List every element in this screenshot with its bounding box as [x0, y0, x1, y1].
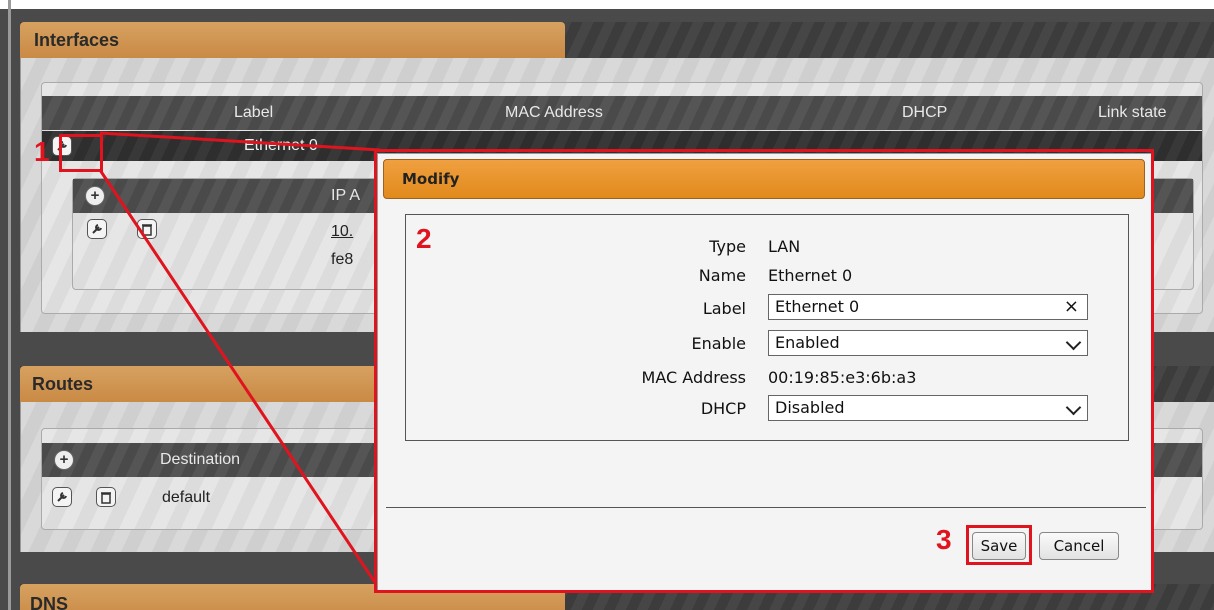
- modal-highlight: [374, 149, 1154, 593]
- edit-button-highlight: [59, 134, 103, 172]
- app-background: Interfaces Label MAC Address DHCP Link s…: [0, 0, 1214, 610]
- callout-1: 1: [34, 136, 50, 167]
